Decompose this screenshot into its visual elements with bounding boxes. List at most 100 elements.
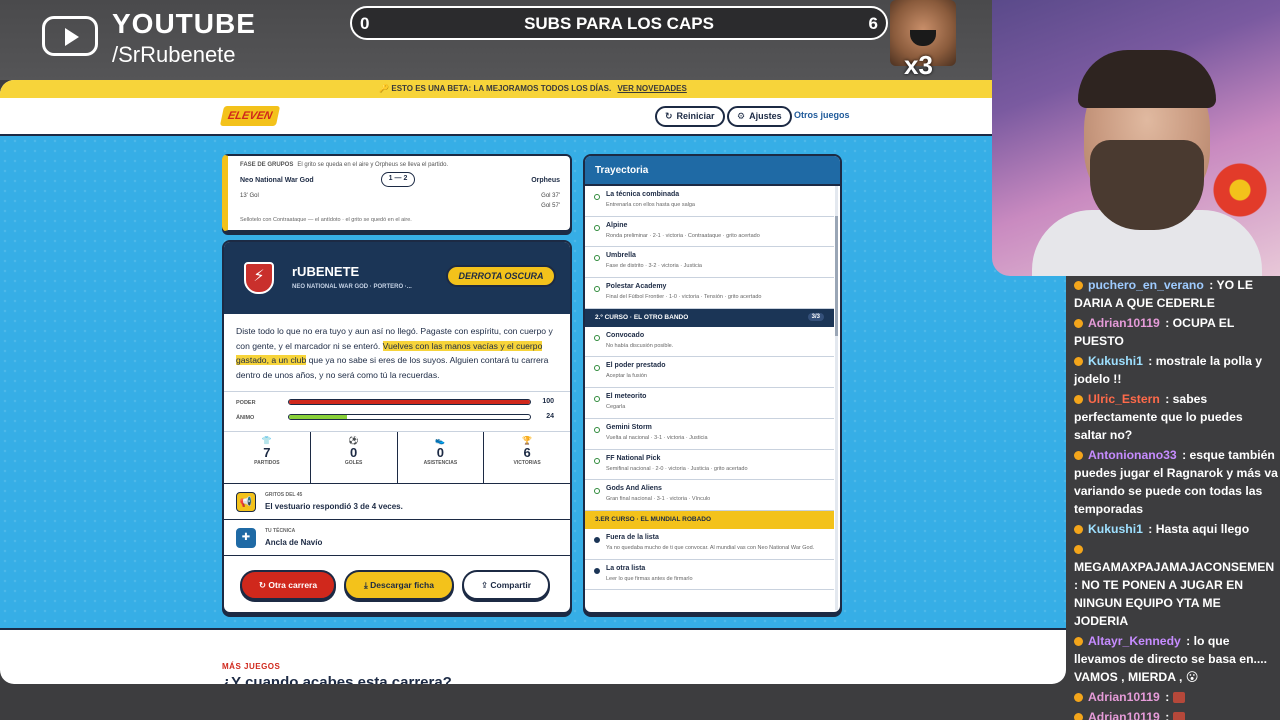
chat-text: : [1161, 710, 1173, 720]
trajectory-item[interactable]: Polestar Academy Final del Fútbol Frontie… [585, 278, 834, 309]
status-dot-icon [594, 536, 600, 543]
trajectory-item-name: Convocado [606, 331, 645, 339]
chat-username[interactable]: Antonionano33 [1088, 448, 1177, 462]
stat-boxes: 👕 7 PARTIDOS ⚽ 0 GOLES 👟 0 ASISTENCIAS 🏆 6 VICTO… [224, 432, 570, 484]
trajectory-section: 2.º CURSO · EL OTRO BANDO 3/3 [585, 308, 834, 327]
chat-username[interactable]: Altayr_Kennedy [1088, 634, 1181, 648]
beta-news-link[interactable]: VER NOVEDADES [617, 84, 686, 93]
chat-username[interactable]: Adrian10119 [1088, 690, 1160, 704]
subs-goal-bar: 0 SUBS PARA LOS CAPS 6 [350, 6, 888, 40]
trajectory-title: Trayectoria [585, 156, 840, 186]
status-dot-icon [594, 488, 600, 495]
restart-label: Reiniciar [676, 111, 715, 121]
trajectory-item-name: El poder prestado [606, 362, 666, 370]
chat-username[interactable]: puchero_en_verano [1088, 278, 1204, 292]
trajectory-item-name: Gemini Storm [606, 423, 652, 431]
badge-icon [1074, 319, 1083, 329]
match-phase: FASE DE GRUPOS El grito se queda en el ai… [240, 162, 449, 168]
status-dot-icon [594, 255, 600, 262]
trajectory-item[interactable]: FF National Pick Semifinal nacional · 2-0… [585, 450, 834, 481]
game-area: FASE DE GRUPOS El grito se queda en el ai… [0, 136, 1066, 630]
trajectory-item[interactable]: Alpine Ronda preliminar · 2-1 · victoria … [585, 217, 834, 248]
badge-icon [1074, 693, 1083, 703]
status-dot-icon [594, 457, 600, 464]
chat-message: Adrian10119 : OCUPA EL PUESTO [1074, 314, 1278, 350]
chat-message: MEGAMAXPAJAMAJACONSEMEN : NO TE PONEN A … [1074, 540, 1278, 630]
career-story: Diste todo lo que no era tuyo y aun así … [224, 314, 570, 392]
technique-value: Ancla de Navío [265, 538, 323, 547]
technique-title: TU TÉCNICA [265, 528, 296, 534]
trajectory-item-name: La técnica combinada [606, 191, 680, 198]
settings-label: Ajustes [749, 111, 782, 121]
chat-username[interactable]: MEGAMAXPAJAMAJACONSEMEN [1074, 560, 1274, 574]
other-games-link[interactable]: Otros juegos [794, 110, 850, 120]
trajectory-item-name: Polestar Academy [606, 283, 667, 291]
section-count: 3/3 [807, 312, 824, 321]
trajectory-item-name: Umbrella [606, 252, 636, 260]
away-goal: Gol 37' [541, 193, 560, 199]
status-dot-icon [594, 567, 600, 574]
career-header: ⚡ rUBENETE NEO NATIONAL WAR GOD · PORTER… [224, 242, 570, 314]
trajectory-item[interactable]: El meteorito Cegarla [585, 388, 834, 419]
badge-icon [1074, 545, 1083, 555]
chat-username[interactable]: Adrian10119 [1088, 316, 1160, 330]
chat-username[interactable]: Kukushi1 [1088, 522, 1143, 536]
chat-message: Adrian10119 : [1074, 688, 1278, 706]
trajectory-item[interactable]: Gods And Aliens Gran final nacional · 3-1… [585, 480, 834, 511]
multiplier-label: x3 [904, 50, 933, 80]
trajectory-item-name: El meteorito [606, 393, 647, 401]
stat-box: ⚽ 0 GOLES [311, 432, 398, 483]
beta-banner: 🔑 ESTO ES UNA BETA: LA MEJORAMOS TODOS L… [0, 80, 1066, 98]
trajectory-item[interactable]: Umbrella Fase de distrito · 3-2 · victori… [585, 247, 834, 279]
more-games-label: MÁS JUEGOS [222, 662, 281, 671]
away-goal: Gol 57' [541, 203, 560, 209]
chat-username[interactable]: Kukushi1 [1088, 354, 1143, 368]
trajectory-item[interactable]: Fuera de la lista Ya no quedaba mucho de … [585, 529, 834, 560]
trajectory-item-name: Alpine [606, 221, 628, 229]
trajectory-item[interactable]: Gemini Storm Vuelta al nacional · 3-1 · v… [585, 419, 834, 450]
trajectory-list[interactable]: La técnica combinada Entrenarla con ellos… [585, 186, 840, 591]
top-nav: ELEVEN ↻ Reiniciar ⚙ Ajustes Otros juegos [0, 98, 1066, 136]
mood-bar-fill [289, 415, 347, 419]
badge-icon [1074, 357, 1083, 367]
settings-button[interactable]: ⚙ Ajustes [727, 106, 792, 127]
player-meta: NEO NATIONAL WAR GOD · PORTERO ·... [292, 284, 412, 290]
share-button[interactable]: ⇪ Compartir [462, 570, 550, 600]
eleven-logo[interactable]: ELEVEN [219, 106, 281, 126]
trajectory-item[interactable]: Convocado No había discusión posible. [585, 327, 834, 358]
trajectory-item[interactable]: La otra lista Leer lo que firmas antes de… [585, 560, 834, 591]
trajectory-item[interactable]: El poder prestado Aceptar la fusión [585, 357, 834, 389]
trajectory-item[interactable]: La técnica combinada Entrenarla con ellos… [585, 186, 834, 217]
trajectory-item-name: La otra lista [606, 564, 646, 572]
scrollbar-thumb[interactable] [835, 216, 838, 336]
live-chat: puchero_en_verano : YO LE DARIA A QUE CE… [1066, 276, 1280, 720]
shouts-title: GRITOS DEL 45 [265, 492, 303, 498]
chat-username[interactable]: Adrian10119 [1088, 710, 1160, 720]
download-card-button[interactable]: ⤓ Descargar ficha [344, 570, 454, 600]
player-name: rUBENETE [292, 264, 360, 279]
trajectory-item-name: Gods And Aliens [606, 485, 662, 493]
stat-bars: PODER 100 ÁNIMO 24 [224, 392, 570, 432]
trajectory-item-desc: Ya no quedaba mucho de ti que convocar. … [606, 544, 815, 551]
trajectory-item-name: Fuera de la lista [606, 533, 659, 541]
restart-button[interactable]: ↻ Reiniciar [655, 106, 725, 127]
emote-icon [1172, 712, 1185, 720]
stat-box: 👟 0 ASISTENCIAS [398, 432, 485, 483]
gear-icon: ⚙ [737, 111, 746, 121]
flower-decoration [1210, 160, 1270, 220]
badge-icon [1074, 281, 1083, 291]
home-goal: 13' Gol [240, 193, 259, 199]
new-career-button[interactable]: ↻ Otra carrera [240, 570, 336, 600]
stat-box: 🏆 6 VICTORIAS [484, 432, 570, 483]
chat-text: : Hasta aqui llego [1144, 522, 1250, 536]
trajectory-item-desc: Final del Fútbol Frontier · 1-0 · victor… [606, 294, 762, 301]
match-card: FASE DE GRUPOS El grito se queda en el ai… [222, 154, 572, 232]
trajectory-item-desc: No había discusión posible. [606, 342, 674, 349]
more-games-title: ¿Y cuando acabes esta carrera? [222, 674, 452, 684]
game-website: 🔑 ESTO ES UNA BETA: LA MEJORAMOS TODOS L… [0, 80, 1066, 684]
status-dot-icon [594, 365, 600, 372]
stat-box: 👕 7 PARTIDOS [224, 432, 311, 483]
chat-message: Ulric_Estern : sabes perfectamente que l… [1074, 390, 1278, 444]
chat-username[interactable]: Ulric_Estern [1088, 392, 1160, 406]
share-icon: ⇪ [480, 580, 491, 590]
